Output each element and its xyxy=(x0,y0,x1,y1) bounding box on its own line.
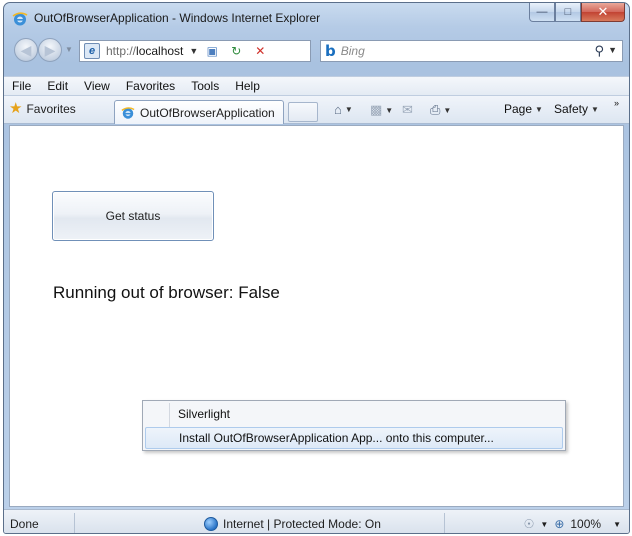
status-separator xyxy=(444,513,445,533)
chevron-more-icon[interactable]: » xyxy=(614,98,619,108)
security-zone-label: Internet | Protected Mode: On xyxy=(223,517,381,531)
address-dropdown-icon[interactable]: ▼ xyxy=(189,46,198,56)
read-mail-button[interactable]: ✉ xyxy=(402,102,413,118)
menu-file[interactable]: File xyxy=(4,79,39,93)
menu-bar: File Edit View Favorites Tools Help xyxy=(4,76,629,96)
page-content: Get status Running out of browser: False… xyxy=(9,125,624,507)
favorites-star-icon: ★ xyxy=(9,100,23,117)
context-menu-silverlight[interactable]: Silverlight xyxy=(145,403,563,425)
title-bar: OutOfBrowserApplication - Windows Intern… xyxy=(4,3,629,33)
home-icon: ⌂ xyxy=(334,102,342,117)
home-dropdown-icon[interactable]: ▼ xyxy=(345,105,353,114)
address-bar[interactable]: e http://localhost ▼ ▣ ↻ ✕ xyxy=(79,40,311,62)
security-zone[interactable]: Internet | Protected Mode: On xyxy=(204,517,381,531)
caption-buttons: — □ ✕ xyxy=(529,3,625,22)
minimize-button[interactable]: — xyxy=(529,3,555,22)
close-button[interactable]: ✕ xyxy=(581,3,625,22)
context-menu: Silverlight Install OutOfBrowserApplicat… xyxy=(142,400,566,451)
compatibility-view-icon[interactable]: ▣ xyxy=(202,41,222,61)
close-icon: ✕ xyxy=(597,4,609,19)
address-url[interactable]: http://localhost xyxy=(106,44,183,58)
tab-outofbrowserapplication[interactable]: OutOfBrowserApplication xyxy=(114,100,284,124)
menu-edit[interactable]: Edit xyxy=(39,79,76,93)
window-title: OutOfBrowserApplication - Windows Intern… xyxy=(34,11,321,25)
refresh-icon[interactable]: ↻ xyxy=(226,41,246,61)
page-dropdown-icon: ▼ xyxy=(535,104,543,114)
get-status-button[interactable]: Get status xyxy=(52,191,214,241)
search-options-dropdown-icon[interactable]: ▼ xyxy=(608,45,617,55)
page-menu-label: Page xyxy=(504,102,533,116)
maximize-button[interactable]: □ xyxy=(555,3,581,22)
recent-pages-dropdown[interactable]: ▼ xyxy=(65,45,73,54)
browser-window: OutOfBrowserApplication - Windows Intern… xyxy=(3,2,630,534)
safety-menu-button[interactable]: Safety ▼ xyxy=(554,102,599,116)
favorites-label: Favorites xyxy=(26,102,76,116)
new-tab-button[interactable] xyxy=(288,102,318,122)
safety-menu-label: Safety xyxy=(554,102,589,116)
menu-view[interactable]: View xyxy=(76,79,118,93)
mail-icon: ✉ xyxy=(402,102,413,117)
feeds-button[interactable]: ▩ ▼ xyxy=(370,102,393,118)
search-icon[interactable]: ⚲ xyxy=(594,43,604,59)
back-arrow-icon: ◀ xyxy=(20,42,32,58)
search-box[interactable]: b Bing ⚲ ▼ xyxy=(320,40,623,62)
zoom-dropdown-icon[interactable]: ▼ xyxy=(613,520,621,529)
status-text: Running out of browser: False xyxy=(53,283,280,302)
protected-mode-dropdown-icon[interactable]: ▼ xyxy=(540,520,548,529)
context-menu-install-app[interactable]: Install OutOfBrowserApplication App... o… xyxy=(145,427,563,449)
stop-icon[interactable]: ✕ xyxy=(250,41,270,61)
forward-button[interactable]: ▶ xyxy=(38,38,62,62)
feeds-dropdown-icon[interactable]: ▼ xyxy=(385,106,393,115)
menu-tools[interactable]: Tools xyxy=(183,79,227,93)
status-bar: Done Internet | Protected Mode: On ☉ ▼ ⊕… xyxy=(4,509,629,533)
minimize-icon: — xyxy=(536,6,548,18)
protected-mode-icon[interactable]: ☉ xyxy=(524,517,535,531)
rss-feed-icon: ▩ xyxy=(370,102,383,117)
globe-icon xyxy=(204,517,218,531)
ie-logo-icon xyxy=(12,12,28,26)
maximize-icon: □ xyxy=(564,6,572,18)
print-button[interactable]: ⎙ ▼ xyxy=(430,102,451,118)
page-menu-button[interactable]: Page ▼ xyxy=(504,102,543,116)
safety-dropdown-icon: ▼ xyxy=(591,104,599,114)
back-button[interactable]: ◀ xyxy=(14,38,38,62)
favorites-command-bar: ★ Favorites OutOfBrowserApplication ⌂ ▼ ▩… xyxy=(4,96,629,124)
status-separator xyxy=(74,513,75,533)
status-done: Done xyxy=(10,517,39,531)
search-placeholder[interactable]: Bing xyxy=(341,44,365,58)
printer-icon: ⎙ xyxy=(430,102,441,117)
ie-page-icon xyxy=(121,106,135,119)
bing-logo-icon: b xyxy=(325,42,336,60)
status-right: ☉ ▼ ⊕ 100% ▼ xyxy=(524,517,621,531)
page-icon: e xyxy=(84,43,100,59)
navigation-bar: ◀ ▶ ▼ e http://localhost ▼ ▣ ↻ ✕ b Bing … xyxy=(4,35,629,65)
tab-title: OutOfBrowserApplication xyxy=(140,105,275,120)
favorites-button[interactable]: ★ Favorites xyxy=(9,100,76,117)
menu-help[interactable]: Help xyxy=(227,79,268,93)
print-dropdown-icon[interactable]: ▼ xyxy=(443,106,451,115)
zoom-level[interactable]: 100% xyxy=(570,517,601,531)
forward-arrow-icon: ▶ xyxy=(44,42,56,58)
zoom-icon[interactable]: ⊕ xyxy=(554,517,564,531)
home-button[interactable]: ⌂ ▼ xyxy=(334,102,353,117)
menu-favorites[interactable]: Favorites xyxy=(118,79,183,93)
